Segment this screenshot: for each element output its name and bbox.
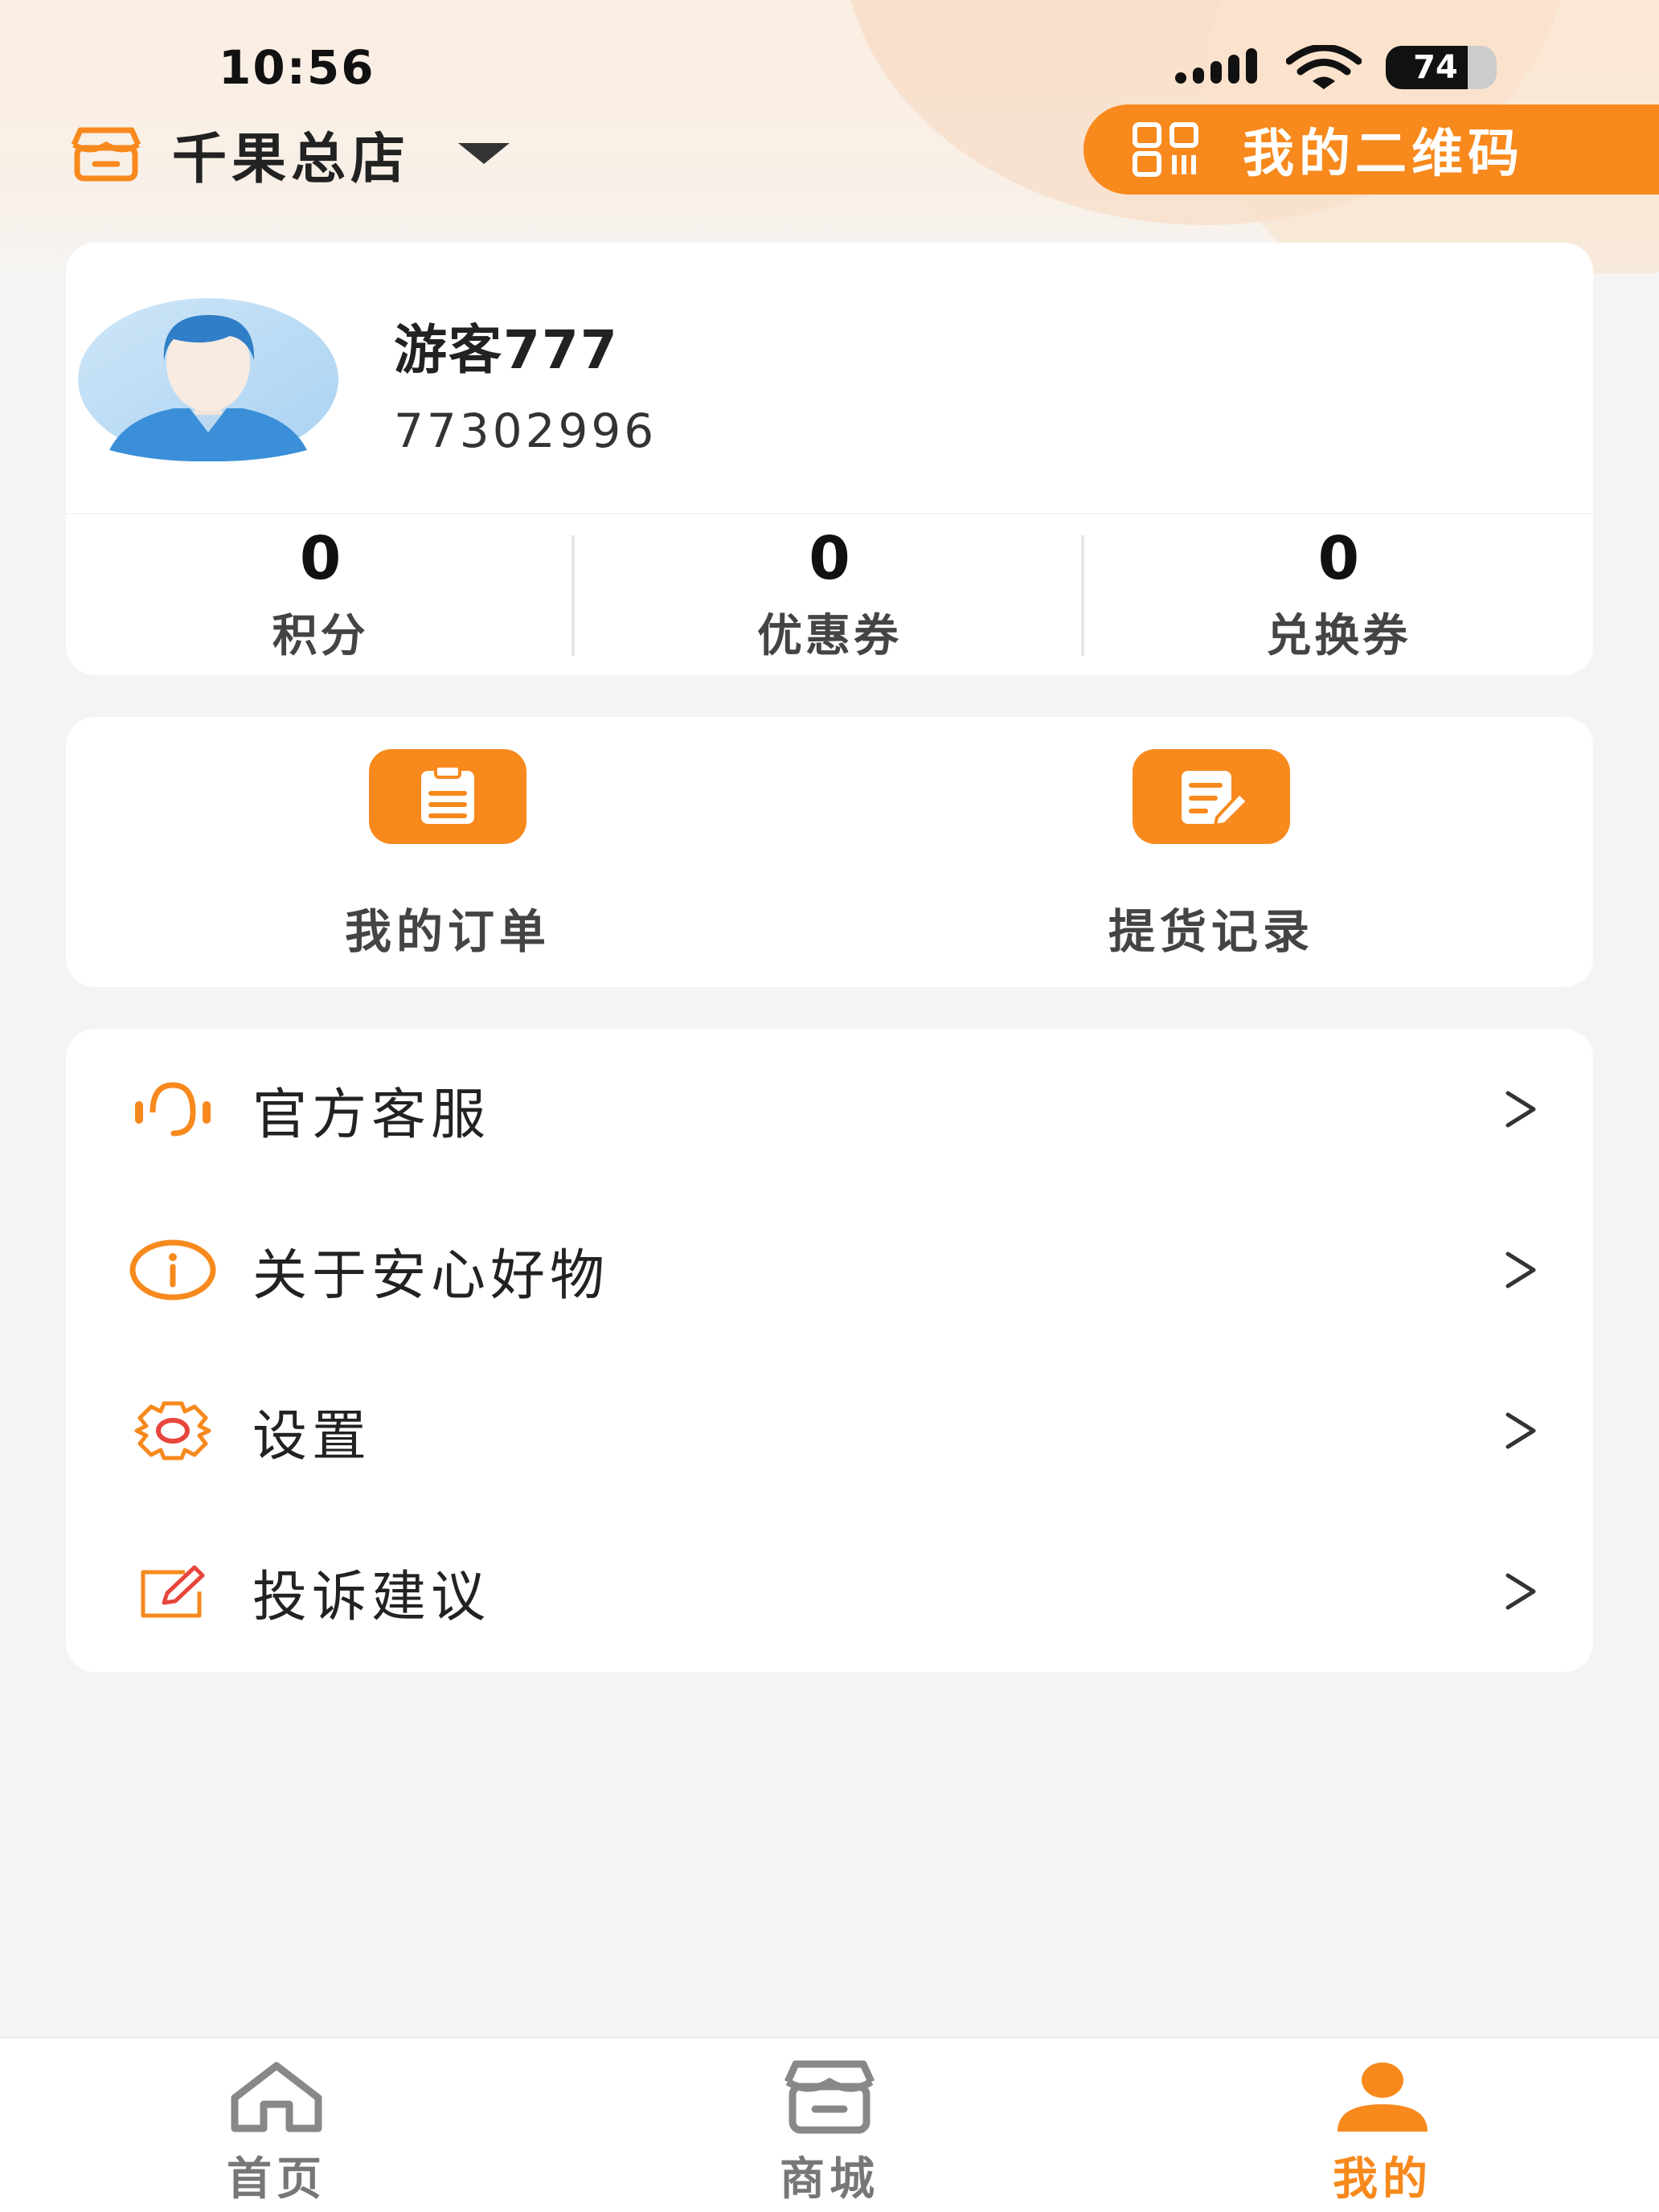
page: 10:56 74 千果总店 我的二维码 游客777 77302996 0 积分 … (0, 0, 1659, 2212)
nav-label: 商城 (780, 2153, 879, 2206)
stat-label: 优惠券 (756, 610, 902, 662)
pickup-records-button[interactable]: 提货记录 (830, 717, 1593, 987)
action-label: 提货记录 (1108, 904, 1314, 959)
qrcode-icon (1133, 122, 1198, 177)
stat-label: 兑换券 (1266, 610, 1411, 662)
user-id: 77302996 (394, 403, 657, 458)
stat-points[interactable]: 0 积分 (66, 514, 576, 675)
clipboard-icon (369, 749, 526, 844)
chevron-right-icon (1505, 1091, 1536, 1128)
stat-vouchers[interactable]: 0 兑换券 (1084, 514, 1593, 675)
info-icon (129, 1238, 217, 1302)
status-indicators: 74 (1175, 43, 1497, 92)
stat-label: 积分 (272, 610, 369, 662)
avatar (78, 298, 338, 461)
menu-label: 关于安心好物 (252, 1243, 610, 1308)
store-selector[interactable]: 千果总店 (66, 121, 510, 191)
edit-icon (129, 1559, 217, 1624)
status-time: 10:56 (219, 40, 375, 95)
stats-card: 0 积分 0 优惠券 0 兑换券 (66, 514, 1593, 675)
nav-label: 我的 (1333, 2153, 1432, 2206)
battery-level: 74 (1413, 49, 1458, 86)
menu-label: 官方客服 (252, 1083, 491, 1147)
menu-item-settings[interactable]: 设置 (66, 1350, 1593, 1511)
profile-card[interactable]: 游客777 77302996 (66, 243, 1593, 513)
home-icon (231, 2062, 322, 2132)
battery-icon: 74 (1386, 46, 1497, 89)
headset-icon (129, 1077, 217, 1141)
store-name: 千果总店 (172, 127, 411, 191)
store-icon (71, 127, 141, 182)
nav-shop[interactable]: 商城 (709, 2038, 950, 2212)
qr-button-label: 我的二维码 (1243, 125, 1524, 184)
signal-icon (1175, 48, 1262, 87)
action-label: 我的订单 (344, 904, 551, 959)
my-qrcode-button[interactable]: 我的二维码 (1083, 104, 1659, 195)
person-icon (1337, 2062, 1428, 2132)
bottom-nav: 首页 商城 我的 (0, 2037, 1659, 2212)
actions-card: 我的订单 提货记录 (66, 717, 1593, 987)
shop-icon (784, 2060, 875, 2134)
nav-mine[interactable]: 我的 (1262, 2038, 1503, 2212)
wifi-icon (1286, 45, 1362, 89)
chevron-right-icon (1505, 1573, 1536, 1610)
menu-item-feedback[interactable]: 投诉建议 (66, 1511, 1593, 1672)
nav-label: 首页 (227, 2153, 326, 2206)
user-name: 游客777 (394, 319, 619, 381)
my-orders-button[interactable]: 我的订单 (66, 717, 830, 987)
nav-home[interactable]: 首页 (156, 2038, 397, 2212)
stat-value: 0 (809, 524, 850, 593)
menu-item-about[interactable]: 关于安心好物 (66, 1190, 1593, 1350)
menu-item-customer-service[interactable]: 官方客服 (66, 1029, 1593, 1190)
stat-value: 0 (1317, 524, 1360, 593)
caret-down-icon (458, 143, 510, 164)
menu-label: 投诉建议 (252, 1565, 491, 1629)
menu-card: 官方客服 关于安心好物 设置 投诉建议 (66, 1029, 1593, 1672)
edit-document-icon (1133, 749, 1290, 844)
gear-icon (129, 1399, 217, 1463)
stat-value: 0 (299, 524, 342, 593)
chevron-right-icon (1505, 1251, 1536, 1288)
chevron-right-icon (1505, 1412, 1536, 1449)
stat-coupons[interactable]: 0 优惠券 (575, 514, 1084, 675)
menu-label: 设置 (252, 1404, 372, 1469)
